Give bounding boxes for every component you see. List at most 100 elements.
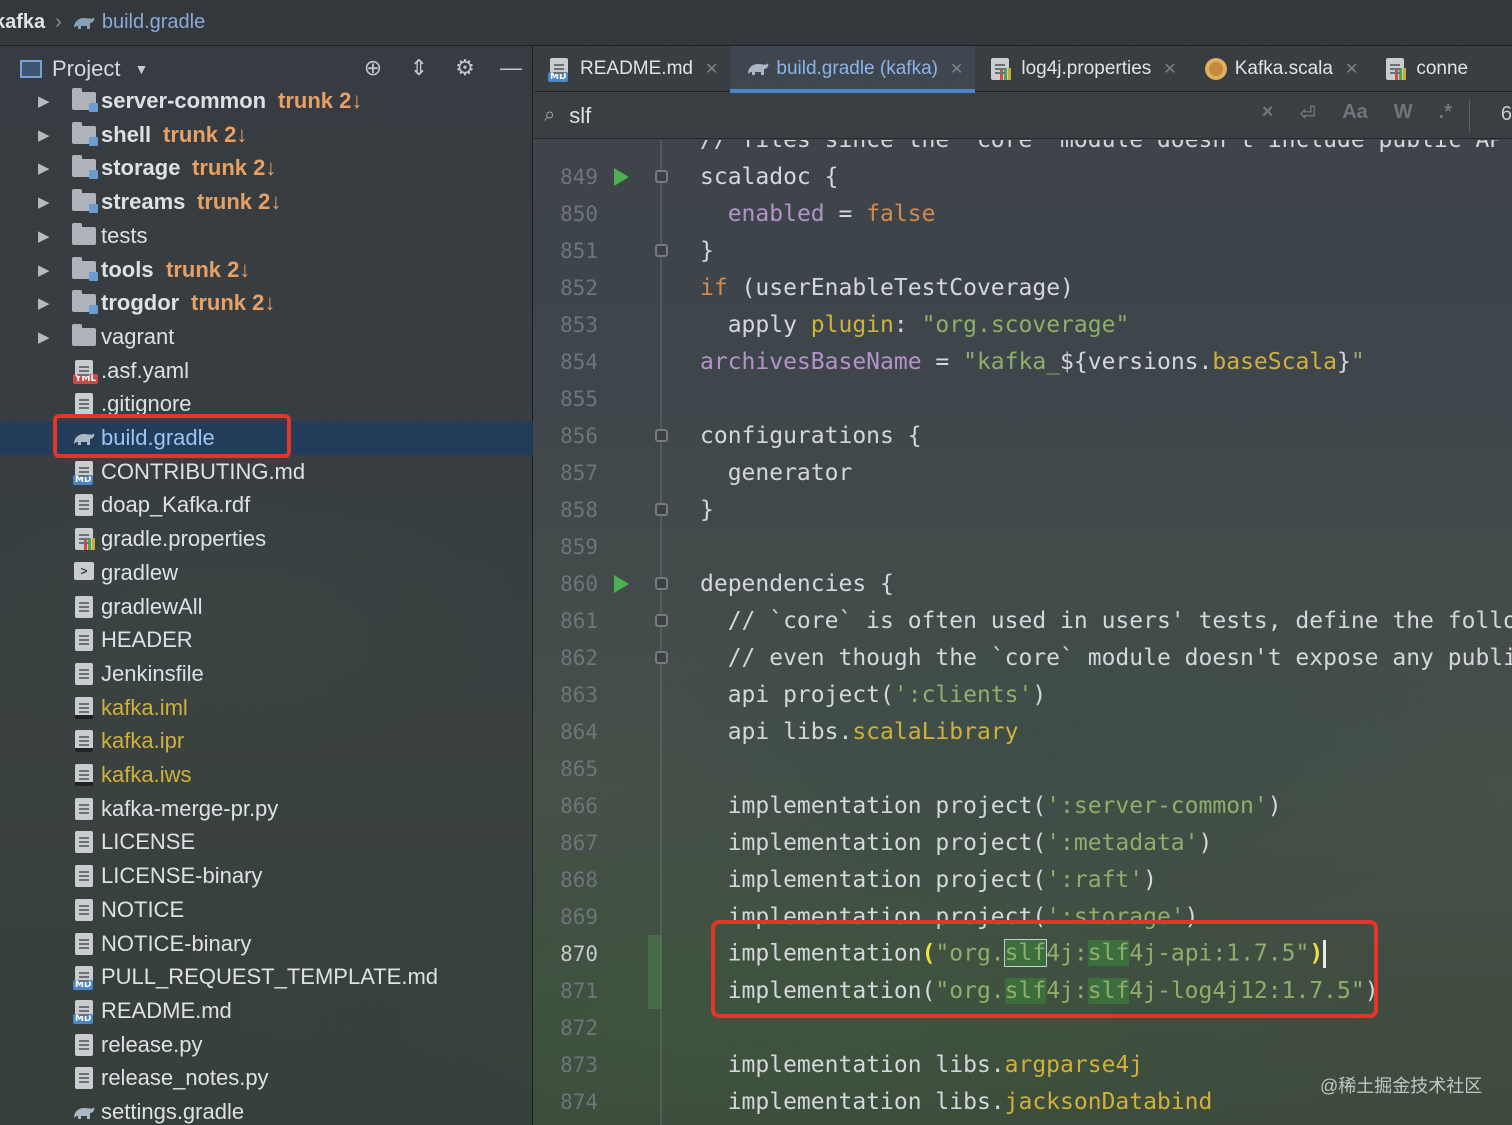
tree-item-label: settings.gradle — [101, 1099, 245, 1124]
markdown-file-icon: MD — [72, 966, 96, 991]
tree-item-kafka-iws[interactable]: kafka.iws — [0, 758, 533, 792]
run-icon[interactable] — [614, 574, 629, 593]
tab-label: README.md — [580, 58, 693, 79]
chevron-right-icon[interactable]: ▶ — [38, 294, 50, 312]
tree-item-shell[interactable]: ▶ shell trunk 2↓ — [0, 118, 533, 152]
fold-icon[interactable] — [655, 244, 668, 257]
tree-item-label: shell — [101, 121, 152, 147]
locate-file-icon[interactable]: ⊕ — [361, 56, 385, 80]
fold-icon[interactable] — [655, 577, 668, 590]
tree-item-trogdor[interactable]: ▶ trogdor trunk 2↓ — [0, 286, 533, 320]
search-divider — [1469, 99, 1470, 133]
properties-file-icon — [72, 528, 96, 551]
tree-item-vagrant[interactable]: ▶ vagrant — [0, 320, 533, 354]
tree-item-jenkinsfile[interactable]: Jenkinsfile — [0, 657, 533, 691]
search-input[interactable] — [569, 102, 1170, 129]
tab-kafka-scala[interactable]: Kafka.scala ✕ — [1189, 46, 1371, 92]
tree-item-release-notes-py[interactable]: release_notes.py — [0, 1061, 533, 1095]
line-number: 850 — [560, 201, 598, 226]
text-file-icon — [72, 865, 96, 888]
close-icon[interactable]: ✕ — [1345, 59, 1358, 79]
fold-icon[interactable] — [655, 651, 668, 664]
project-panel-title: Project — [52, 56, 121, 81]
collapse-all-icon[interactable]: ⇕ — [407, 56, 431, 80]
close-icon[interactable]: ✕ — [1163, 59, 1176, 79]
match-case-toggle[interactable]: Aa — [1342, 101, 1368, 126]
tree-item-header[interactable]: HEADER — [0, 623, 533, 657]
project-window-icon — [20, 60, 42, 78]
tree-item-notice[interactable]: NOTICE — [0, 893, 533, 927]
tree-item-gradle-properties[interactable]: gradle.properties — [0, 522, 533, 556]
tree-item-storage[interactable]: ▶ storage trunk 2↓ — [0, 151, 533, 185]
fold-icon[interactable] — [655, 170, 668, 183]
tree-item-readme-md[interactable]: MD README.md — [0, 994, 533, 1028]
tree-item-label: server-common — [101, 88, 267, 113]
gutter-row: 865 — [534, 750, 1512, 787]
tab-build-gradle-kafka[interactable]: build.gradle (kafka) ✕ — [730, 46, 976, 93]
tree-item-label: streams — [101, 189, 186, 215]
tree-item-settings-gradle[interactable]: settings.gradle — [0, 1095, 533, 1125]
line-number: 855 — [560, 386, 598, 411]
tree-item-asf-yaml[interactable]: YML .asf.yaml — [0, 354, 533, 388]
tree-item-license-binary[interactable]: LICENSE-binary — [0, 859, 533, 893]
gear-icon[interactable]: ⚙ — [453, 56, 477, 80]
project-view-selector[interactable]: Project ▼ — [20, 56, 148, 82]
tab-conne[interactable]: conne — [1370, 46, 1480, 92]
whole-words-toggle[interactable]: W — [1394, 101, 1413, 126]
tree-item-gradlew[interactable]: > gradlew — [0, 556, 533, 590]
tree-item-tools[interactable]: ▶ tools trunk 2↓ — [0, 253, 533, 287]
breadcrumb-project[interactable]: kafka — [0, 11, 45, 34]
tree-item-server-common[interactable]: ▶ server-common trunk 2↓ — [0, 84, 533, 118]
chevron-right-icon[interactable]: ▶ — [38, 328, 50, 346]
code-line: implementation libs.jacksonModuleScala — [534, 1120, 1512, 1125]
gutter-row: 854 — [534, 343, 1512, 380]
chevron-right-icon[interactable]: ▶ — [38, 193, 50, 211]
tree-item-tests[interactable]: ▶ tests — [0, 219, 533, 253]
chevron-right-icon[interactable]: ▶ — [38, 126, 50, 144]
tree-item-label: release_notes.py — [101, 1065, 269, 1091]
regex-toggle[interactable]: .* — [1439, 101, 1452, 126]
chevron-right-icon[interactable]: ▶ — [38, 92, 50, 110]
fold-icon[interactable] — [655, 614, 668, 627]
close-icon[interactable]: ✕ — [705, 59, 718, 79]
tree-item-doap-kafka-rdf[interactable]: doap_Kafka.rdf — [0, 488, 533, 522]
chevron-right-icon[interactable]: ▶ — [38, 159, 50, 177]
gutter-row: 860 — [534, 565, 1512, 602]
tree-item-label: release.py — [101, 1031, 203, 1057]
minimize-icon[interactable]: — — [499, 56, 523, 80]
tree-item-streams[interactable]: ▶ streams trunk 2↓ — [0, 185, 533, 219]
tree-item-label: kafka.iws — [101, 762, 192, 787]
line-number: 853 — [560, 312, 598, 337]
gutter-row: 853 — [534, 306, 1512, 343]
line-number: 854 — [560, 349, 598, 374]
tree-item-release-py[interactable]: release.py — [0, 1028, 533, 1062]
close-icon[interactable]: ✕ — [950, 59, 963, 79]
tree-item-kafka-iml[interactable]: kafka.iml — [0, 691, 533, 725]
line-number: 852 — [560, 275, 598, 300]
tab-label: log4j.properties — [1021, 58, 1152, 79]
vcs-branch-badge: trunk 2↓ — [191, 290, 276, 316]
tree-item-kafka-ipr[interactable]: kafka.ipr — [0, 724, 533, 758]
tree-item-contributing-md[interactable]: MD CONTRIBUTING.md — [0, 455, 533, 489]
tab-log4j-properties[interactable]: log4j.properties ✕ — [975, 46, 1188, 92]
breadcrumb-file[interactable]: build.gradle — [102, 11, 205, 34]
chevron-right-icon[interactable]: ▶ — [38, 261, 50, 279]
tab-readme-md[interactable]: MD README.md ✕ — [534, 46, 730, 92]
tree-item-license[interactable]: LICENSE — [0, 825, 533, 859]
tab-label: Kafka.scala — [1234, 58, 1333, 79]
tree-item-notice-binary[interactable]: NOTICE-binary — [0, 927, 533, 961]
clear-search-icon[interactable]: × — [1262, 101, 1274, 126]
tree-item-pull-request-template-md[interactable]: MD PULL_REQUEST_TEMPLATE.md — [0, 960, 533, 994]
chevron-right-icon[interactable]: ▶ — [38, 227, 50, 245]
fold-icon[interactable] — [655, 429, 668, 442]
tree-item-kafka-merge-pr-py[interactable]: kafka-merge-pr.py — [0, 792, 533, 826]
gutter-row: 864 — [534, 713, 1512, 750]
gradle-icon — [746, 58, 769, 80]
tree-item-gradlewall[interactable]: gradlewAll — [0, 590, 533, 624]
search-icon[interactable]: ⌕ — [544, 104, 555, 127]
tree-item-label: CONTRIBUTING.md — [101, 458, 306, 484]
gutter-row: 857 — [534, 454, 1512, 491]
run-icon[interactable] — [614, 167, 629, 186]
fold-icon[interactable] — [655, 503, 668, 516]
new-line-icon[interactable]: ⏎ — [1299, 101, 1316, 126]
